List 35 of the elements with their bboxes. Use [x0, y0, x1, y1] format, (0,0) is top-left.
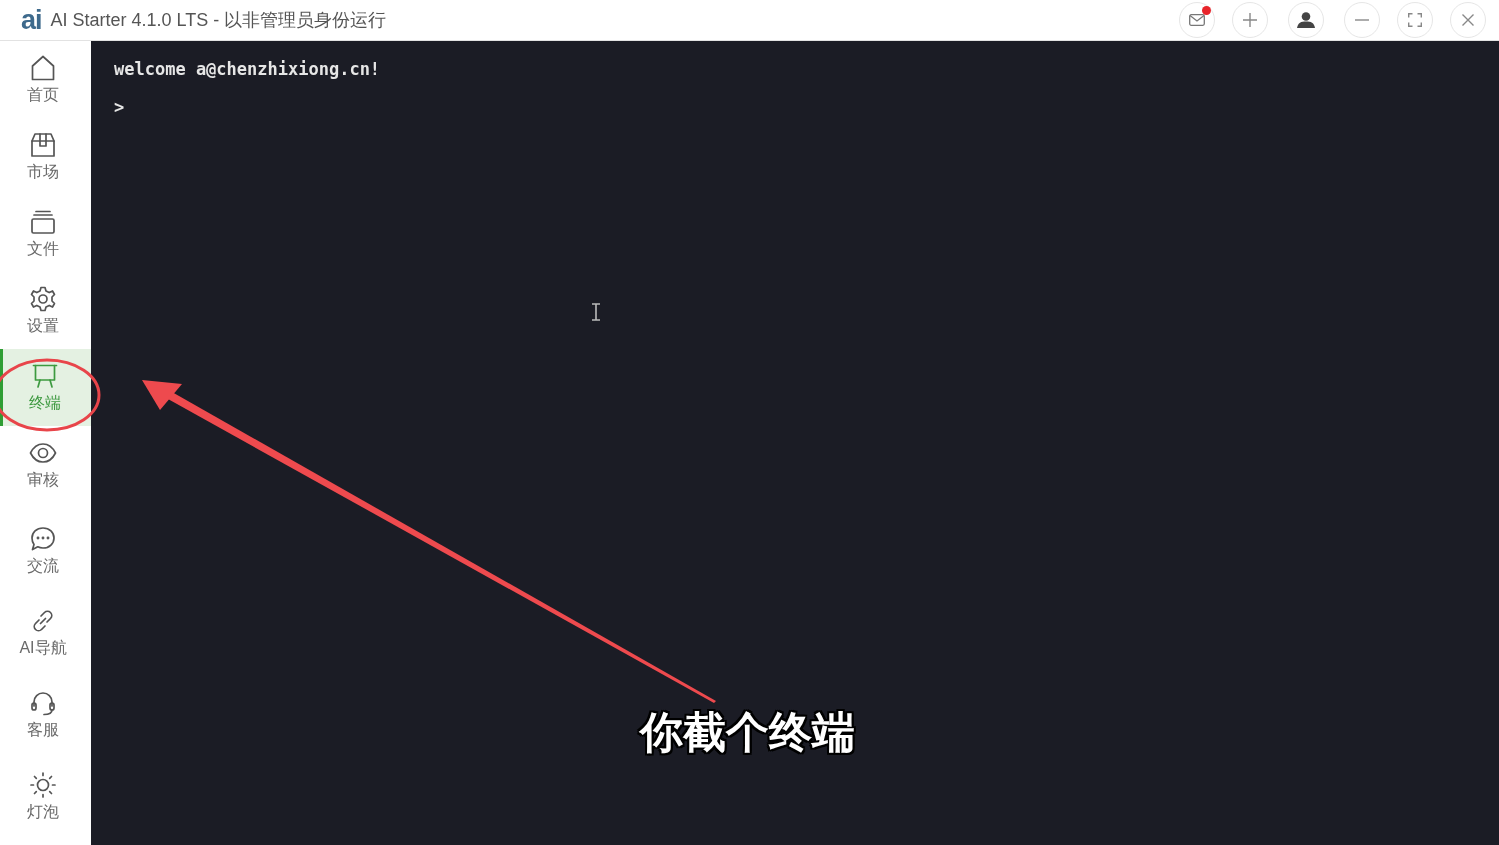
sidebar-item[interactable]: 设置 [0, 272, 91, 349]
app-logo: ai [21, 6, 42, 34]
sidebar-item[interactable]: 首页 [0, 41, 91, 118]
sidebar-item[interactable]: 文件 [0, 195, 91, 272]
gear-icon [29, 285, 57, 313]
mail-button[interactable] [1179, 2, 1215, 38]
sidebar-item[interactable]: 审核 [0, 426, 91, 503]
sidebar-item[interactable]: 市场 [0, 118, 91, 195]
sidebar-item[interactable]: 灯泡 [0, 758, 91, 835]
sidebar-item[interactable]: 客服 [0, 676, 91, 758]
minimize-icon [1355, 19, 1369, 21]
close-icon [1462, 14, 1474, 26]
easel-icon [31, 362, 59, 390]
house-icon [29, 54, 57, 82]
sidebar-item[interactable]: AI导航 [0, 594, 91, 676]
maximize-button[interactable] [1397, 2, 1433, 38]
caption-subtitle: 你截个终端 [640, 707, 855, 758]
headset-icon [29, 689, 57, 717]
chat-bubble-icon [29, 525, 57, 553]
terminal-prompt: > [114, 96, 125, 119]
user-icon [1297, 12, 1315, 28]
minimize-button[interactable] [1344, 2, 1380, 38]
window-title: AI Starter 4.1.0 LTS - 以非管理员身份运行 [50, 9, 387, 32]
terminal-output: welcome a@chenzhixiong.cn! [114, 58, 381, 81]
sidebar-item[interactable]: 终端 [0, 349, 91, 426]
stacked-tray-icon [29, 208, 57, 236]
text-cursor-icon [591, 303, 601, 321]
account-button[interactable] [1288, 2, 1324, 38]
sidebar-item[interactable]: 交流 [0, 512, 91, 594]
box-icon [29, 131, 57, 159]
fullscreen-icon [1408, 13, 1422, 27]
mail-icon [1189, 14, 1205, 26]
sun-icon [29, 771, 57, 799]
plus-icon [1243, 13, 1257, 27]
add-button[interactable] [1232, 2, 1268, 38]
